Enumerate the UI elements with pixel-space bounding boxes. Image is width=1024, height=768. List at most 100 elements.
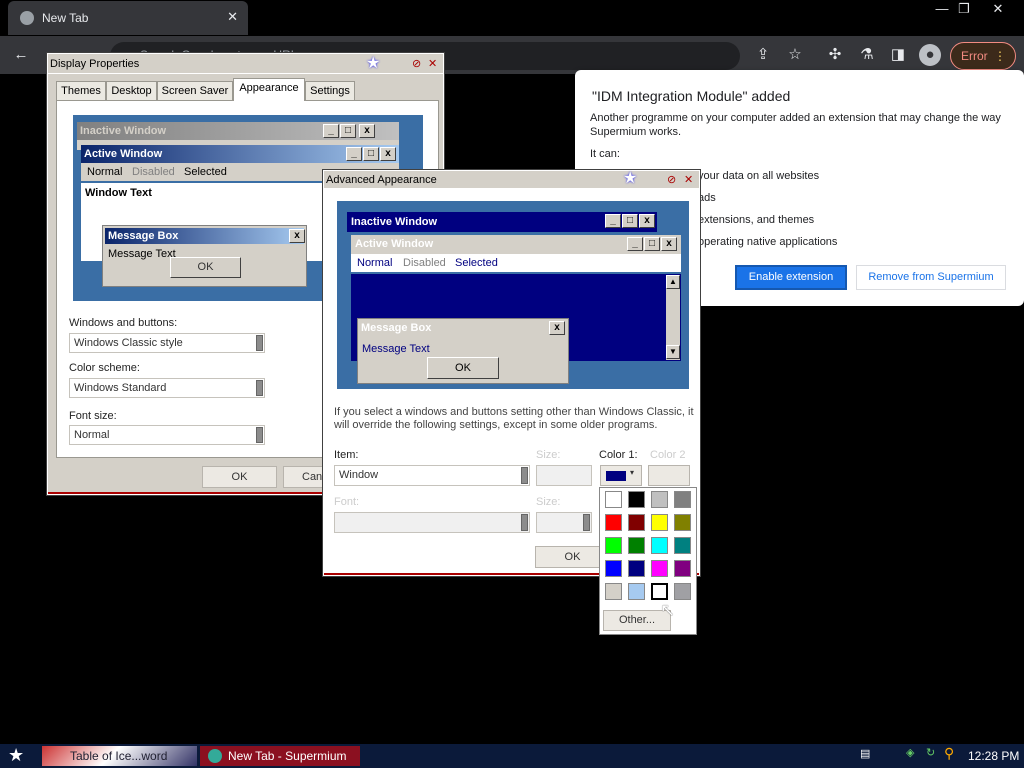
- font-size-label: Size:: [536, 496, 561, 508]
- globe-icon: [20, 11, 34, 25]
- dropdown-arrow-icon: [521, 514, 528, 531]
- preview-inactive-title: Inactive Window: [80, 125, 167, 137]
- color-scheme-value: Windows Standard: [74, 382, 167, 394]
- close-icon: x: [549, 321, 565, 335]
- color-swatch[interactable]: [674, 491, 691, 508]
- pin-icon[interactable]: ⊘: [412, 54, 421, 74]
- close-window-button[interactable]: ✕: [982, 0, 1014, 18]
- color-swatch[interactable]: [605, 560, 622, 577]
- preview-active-title: Active Window: [84, 148, 163, 160]
- close-icon: x: [289, 229, 305, 243]
- network-icon[interactable]: ◈: [906, 746, 914, 759]
- advanced-preview: Inactive Window _ □ x Active Window _ □ …: [337, 201, 689, 389]
- font-size-select[interactable]: Normal: [69, 425, 265, 445]
- preview-message-box: Message Box x Message Text OK: [357, 318, 569, 384]
- color-swatch[interactable]: [674, 514, 691, 531]
- display-properties-titlebar[interactable]: Display Properties ★ ⊘ ✕: [48, 54, 443, 74]
- windows-buttons-select[interactable]: Windows Classic style: [69, 333, 265, 353]
- preview-ok-button: OK: [427, 357, 499, 379]
- keyboard-icon[interactable]: ▤: [860, 747, 870, 760]
- color-swatch[interactable]: [651, 537, 668, 554]
- close-icon: x: [639, 214, 655, 228]
- close-tab-icon[interactable]: ✕: [227, 9, 238, 25]
- color-swatch[interactable]: [628, 514, 645, 531]
- item-value: Window: [339, 469, 379, 481]
- tab-settings[interactable]: Settings: [305, 81, 355, 101]
- profile-avatar-icon[interactable]: ●: [919, 44, 941, 66]
- color1-swatch: [606, 471, 626, 481]
- enable-extension-button[interactable]: Enable extension: [735, 265, 847, 290]
- taskbar-item-label: New Tab - Supermium: [228, 749, 347, 763]
- cancel-button[interactable]: Can: [283, 466, 325, 488]
- color-swatch[interactable]: [605, 514, 622, 531]
- color-swatch[interactable]: [628, 491, 645, 508]
- close-icon: x: [661, 237, 677, 251]
- minimize-icon: _: [627, 237, 643, 251]
- color-scheme-select[interactable]: Windows Standard: [69, 378, 265, 398]
- maximize-icon: □: [644, 237, 660, 251]
- window-title: Advanced Appearance: [326, 174, 437, 186]
- window-title: Display Properties: [50, 58, 140, 70]
- preview-inactive-titlebar: Inactive Window _ □ x: [347, 212, 657, 232]
- ok-button[interactable]: OK: [202, 466, 277, 488]
- share-icon[interactable]: ⇪: [752, 44, 774, 66]
- item-select[interactable]: Window: [334, 465, 530, 486]
- font-select[interactable]: [334, 512, 530, 533]
- restore-window-button[interactable]: ❐: [948, 0, 980, 18]
- size-spinner[interactable]: [536, 465, 592, 486]
- color-swatch[interactable]: [628, 537, 645, 554]
- advanced-appearance-titlebar[interactable]: Advanced Appearance ★ ⊘ ✕: [324, 170, 699, 189]
- search-icon[interactable]: ⚲: [944, 745, 954, 762]
- close-icon[interactable]: ✕: [684, 171, 693, 189]
- color-palette-popup: Other...: [599, 487, 697, 635]
- preview-active-title: Active Window: [355, 238, 434, 250]
- browser-tab[interactable]: New Tab ✕: [8, 1, 248, 35]
- dropdown-arrow-icon: [256, 427, 263, 443]
- remove-extension-button[interactable]: Remove from Supermium: [856, 265, 1006, 290]
- minimize-icon: _: [346, 147, 362, 161]
- color-swatch[interactable]: [651, 491, 668, 508]
- back-arrow-icon[interactable]: ←: [10, 44, 32, 66]
- color-swatch[interactable]: [605, 537, 622, 554]
- close-icon[interactable]: ✕: [428, 54, 437, 74]
- tab-appearance[interactable]: Appearance: [233, 78, 305, 101]
- popup-title: "IDM Integration Module" added: [592, 88, 791, 104]
- color1-label: Color 1:: [599, 449, 638, 461]
- browser-icon: [208, 749, 222, 763]
- color-swatch[interactable]: [651, 514, 668, 531]
- tab-desktop[interactable]: Desktop: [106, 81, 157, 101]
- color-swatch[interactable]: [628, 583, 645, 600]
- permission-item: extensions, and themes: [698, 214, 815, 226]
- bookmark-star-icon[interactable]: ☆: [784, 44, 806, 66]
- taskbar-item[interactable]: Table of Ice...word: [42, 746, 197, 766]
- windows-buttons-value: Windows Classic style: [74, 337, 183, 349]
- tab-screen-saver[interactable]: Screen Saver: [157, 81, 233, 101]
- color-swatch[interactable]: [628, 560, 645, 577]
- font-size-label: Font size:: [69, 410, 117, 422]
- font-size-select[interactable]: [536, 512, 592, 533]
- permission-item: operating native applications: [698, 236, 838, 248]
- color-swatch[interactable]: [674, 560, 691, 577]
- pin-icon[interactable]: ⊘: [667, 171, 676, 189]
- star-icon: ★: [366, 55, 381, 72]
- scroll-up-icon: ▲: [666, 275, 680, 289]
- color-swatch[interactable]: [605, 583, 622, 600]
- color-swatch[interactable]: [650, 582, 669, 601]
- color1-button[interactable]: ▾: [600, 465, 642, 486]
- color-swatch[interactable]: [605, 491, 622, 508]
- more-menu-icon: ⋮: [994, 49, 1006, 63]
- color-swatch[interactable]: [651, 560, 668, 577]
- taskbar-item-active[interactable]: New Tab - Supermium: [200, 746, 360, 766]
- start-star-icon[interactable]: ★: [8, 745, 24, 766]
- color2-button[interactable]: [648, 465, 690, 486]
- maximize-icon: □: [363, 147, 379, 161]
- color-swatch[interactable]: [674, 537, 691, 554]
- message-box-title: Message Box: [361, 322, 432, 334]
- error-menu-button[interactable]: Error ⋮: [950, 42, 1016, 70]
- extensions-puzzle-icon[interactable]: ✣: [824, 44, 846, 66]
- color-swatch[interactable]: [674, 583, 691, 600]
- tab-themes[interactable]: Themes: [56, 81, 106, 101]
- idm-icon[interactable]: ↻: [926, 746, 935, 759]
- labs-flask-icon[interactable]: ⚗: [856, 44, 878, 66]
- side-panel-icon[interactable]: ◨: [887, 44, 909, 66]
